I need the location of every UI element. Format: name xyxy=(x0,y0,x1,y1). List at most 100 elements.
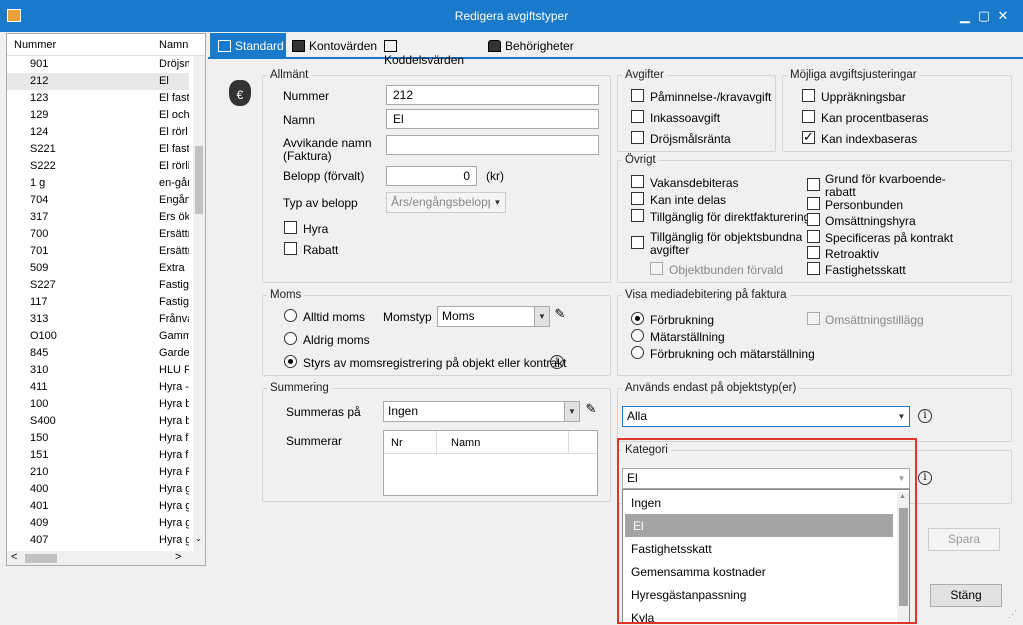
retroaktiv-checkbox[interactable] xyxy=(807,246,820,259)
scroll-left-arrow-icon[interactable]: < xyxy=(11,551,17,563)
avgifter-legend: Avgifter xyxy=(625,69,664,81)
hyra-checkbox[interactable] xyxy=(284,221,297,234)
matarstallning-radio[interactable] xyxy=(631,329,644,342)
specificeras-checkbox[interactable] xyxy=(807,230,820,243)
forbrukning-och-matarstallning-radio[interactable] xyxy=(631,346,644,359)
list-item[interactable]: 129 El och xyxy=(7,107,189,124)
list-item[interactable]: 700 Ersättn xyxy=(7,226,189,243)
omsattningstillagg-checkbox[interactable] xyxy=(807,312,820,325)
list-item[interactable]: 117 Fastig xyxy=(7,294,189,311)
list-item[interactable]: 210 Hyra F xyxy=(7,464,189,481)
personbunden-checkbox[interactable] xyxy=(807,197,820,210)
list-item-number: S227 xyxy=(30,279,56,291)
list-item[interactable]: 845 Garde xyxy=(7,345,189,362)
list-item[interactable]: 409 Hyra g xyxy=(7,515,189,532)
retroaktiv-label: Retroaktiv xyxy=(825,247,880,261)
upprakningsbar-checkbox[interactable] xyxy=(802,89,815,102)
kan-inte-delas-checkbox[interactable] xyxy=(631,192,644,205)
tab-behorigheter[interactable]: Behörigheter xyxy=(488,33,578,59)
list-scroll-thumb[interactable] xyxy=(195,146,203,214)
drojsmalsranta-checkbox[interactable] xyxy=(631,131,644,144)
list-item[interactable]: 123 El fast xyxy=(7,90,189,107)
column-header-namn[interactable]: Namn xyxy=(159,39,188,51)
column-header-nr[interactable]: Nr xyxy=(391,437,403,449)
spara-button[interactable]: Spara xyxy=(928,528,1000,551)
list-item[interactable]: 310 HLU F xyxy=(7,362,189,379)
aldrig-moms-radio[interactable] xyxy=(284,332,297,345)
objektbunden-forvald-checkbox[interactable] xyxy=(650,262,663,275)
paminnelse-checkbox[interactable] xyxy=(631,89,644,102)
list-item[interactable]: S221 El fast xyxy=(7,141,189,158)
fastighetsskatt-checkbox[interactable] xyxy=(807,262,820,275)
objektsbundna-checkbox[interactable] xyxy=(631,236,644,249)
objektsbundna-label-2: avgifter xyxy=(650,243,690,257)
list-item[interactable]: 401 Hyra g xyxy=(7,498,189,515)
namn-field[interactable]: El xyxy=(386,109,599,129)
summerar-table[interactable]: Nr Namn xyxy=(383,430,598,496)
list-item[interactable]: 1 g en-gån xyxy=(7,175,189,192)
vakansdebiteras-checkbox[interactable] xyxy=(631,175,644,188)
list-item[interactable]: 124 El rörl xyxy=(7,124,189,141)
tab-standard[interactable]: Standard xyxy=(210,33,286,59)
list-item-name: Hyra g xyxy=(159,517,189,529)
list-item[interactable]: 411 Hyra - xyxy=(7,379,189,396)
list-item[interactable]: 400 Hyra g xyxy=(7,481,189,498)
list-hscroll-thumb[interactable] xyxy=(25,554,57,563)
list-item[interactable]: 704 Engån xyxy=(7,192,189,209)
list-item[interactable]: 509 Extra xyxy=(7,260,189,277)
omsattningshyra-checkbox[interactable] xyxy=(807,213,820,226)
list-item[interactable]: 151 Hyra f xyxy=(7,447,189,464)
list-item[interactable]: 407 Hyra g xyxy=(7,532,189,549)
scroll-right-arrow-icon[interactable]: > xyxy=(175,551,181,563)
list-item[interactable]: S400 Hyra b xyxy=(7,413,189,430)
list-item-name: HLU F xyxy=(159,364,189,376)
edit-icon[interactable]: ✎ xyxy=(552,306,568,322)
list-item[interactable]: 701 Ersättn xyxy=(7,243,189,260)
info-icon[interactable]: i xyxy=(550,355,564,369)
inkasso-checkbox[interactable] xyxy=(631,110,644,123)
avvikande-namn-field[interactable] xyxy=(386,135,599,155)
list-item[interactable]: S222 El rörli xyxy=(7,158,189,175)
scroll-down-arrow-icon[interactable]: ⌄ xyxy=(195,534,202,543)
objektstyp-select[interactable]: Alla ▼ xyxy=(622,406,910,427)
momstyp-select[interactable]: Moms ▼ xyxy=(437,306,550,327)
forbrukning-och-matarstallning-label: Förbrukning och mätarställning xyxy=(650,347,815,361)
title-bar: Redigera avgiftstyper ▁ ▢ ✕ xyxy=(0,0,1023,32)
forbrukning-radio[interactable] xyxy=(631,312,644,325)
alltid-moms-radio[interactable] xyxy=(284,309,297,322)
typ-av-belopp-select[interactable]: Års/engångsbelopp ▼ xyxy=(386,192,506,213)
belopp-field[interactable]: 0 xyxy=(386,166,477,186)
resize-grip-icon[interactable]: ⋰ xyxy=(1008,609,1017,620)
list-vertical-scrollbar[interactable] xyxy=(193,56,205,551)
list-item[interactable]: 150 Hyra f xyxy=(7,430,189,447)
list-item[interactable]: 212 El xyxy=(7,73,189,90)
close-window-button[interactable]: ✕ xyxy=(992,7,1014,25)
nummer-field[interactable]: 212 xyxy=(386,85,599,105)
list-item[interactable]: 313 Frånva xyxy=(7,311,189,328)
list-item-number: 317 xyxy=(30,211,49,223)
edit-icon[interactable]: ✎ xyxy=(583,401,599,417)
list-item[interactable]: 100 Hyra b xyxy=(7,396,189,413)
kvarboenderabatt-checkbox[interactable] xyxy=(807,178,820,191)
list-item-number: O100 xyxy=(30,330,57,342)
summeras-pa-select[interactable]: Ingen ▼ xyxy=(383,401,580,422)
stang-button[interactable]: Stäng xyxy=(930,584,1002,607)
column-header-nummer[interactable]: Nummer xyxy=(14,39,56,51)
rabatt-checkbox[interactable] xyxy=(284,242,297,255)
list-item[interactable]: S227 Fastig xyxy=(7,277,189,294)
tab-koddelsvarden[interactable]: Koddelsvärden xyxy=(384,33,480,67)
list-item[interactable]: 901 Dröjsm xyxy=(7,56,189,73)
direktfakturering-checkbox[interactable] xyxy=(631,209,644,222)
list-item-number: 313 xyxy=(30,313,49,325)
grid-icon xyxy=(384,40,397,52)
info-icon[interactable]: i xyxy=(918,471,932,485)
styrs-av-momsregistrering-radio[interactable] xyxy=(284,355,297,368)
indexbaseras-checkbox[interactable] xyxy=(802,129,815,145)
list-item[interactable]: 317 Ers ök xyxy=(7,209,189,226)
column-header-namn[interactable]: Namn xyxy=(451,437,480,449)
info-icon[interactable]: i xyxy=(918,409,932,423)
list-item[interactable]: O100 Gamm xyxy=(7,328,189,345)
tab-kontovarden[interactable]: Kontovärden xyxy=(292,33,378,59)
procentbaseras-checkbox[interactable] xyxy=(802,110,815,123)
avgiftstyp-list[interactable]: Nummer Namn 901 Dröjsm 212 El 123 El fast 129 E… xyxy=(6,33,206,566)
